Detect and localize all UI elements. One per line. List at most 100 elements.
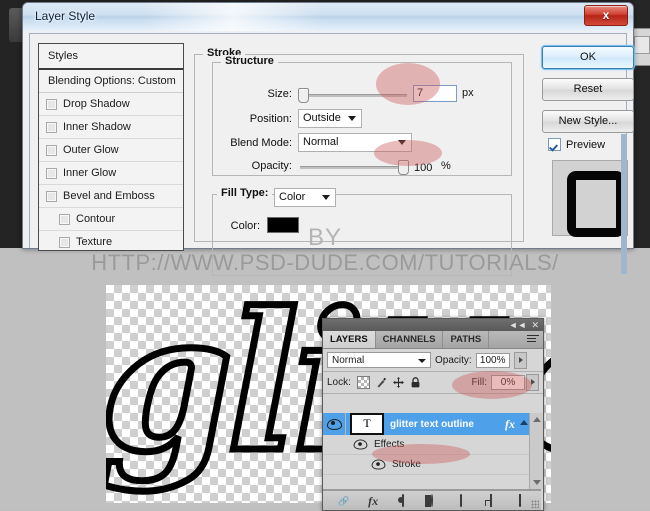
layers-panel-titlebar[interactable]: ◄◄ ✕ [323, 319, 543, 331]
blending-options-item[interactable]: Blending Options: Custom [39, 70, 183, 93]
style-item-bevel-and-emboss[interactable]: Bevel and Emboss [39, 185, 183, 208]
layer-name[interactable]: glitter text outline [390, 419, 474, 430]
styles-list-header[interactable]: Styles [39, 44, 183, 70]
blend-mode-label: Blend Mode: [230, 137, 292, 149]
style-item-label: Inner Shadow [63, 121, 131, 133]
opacity-value[interactable]: 100 [414, 162, 432, 174]
eye-icon [326, 418, 342, 430]
lock-image-pixels-icon[interactable] [376, 377, 387, 388]
checkbox-icon[interactable] [46, 98, 57, 110]
fill-type-select[interactable]: Color [274, 188, 336, 207]
layers-panel-toolbar: fx [323, 490, 541, 510]
dialog-title: Layer Style [35, 9, 96, 23]
checkbox-icon[interactable] [46, 190, 57, 202]
scroll-down-icon[interactable] [533, 480, 541, 485]
tab-layers[interactable]: LAYERS [323, 331, 376, 348]
group-icon[interactable] [460, 493, 463, 507]
layer-thumbnail[interactable]: T [350, 413, 384, 435]
checkbox-icon[interactable] [46, 144, 57, 156]
watermark-by: BY [307, 224, 342, 251]
styles-list: Styles Blending Options: Custom Drop Sha… [38, 43, 184, 251]
chevron-down-icon [348, 116, 356, 121]
dialog-buttons-column: OK Reset New Style... Preview [538, 40, 634, 248]
layers-list-scrollbar[interactable] [529, 413, 543, 489]
layers-panel-tabs: LAYERS CHANNELS PATHS [323, 331, 543, 349]
watermark-url: HTTP://WWW.PSD-DUDE.COM/TUTORIALS/ [91, 250, 559, 275]
style-item-inner-shadow[interactable]: Inner Shadow [39, 116, 183, 139]
fill-type-value: Color [279, 191, 306, 203]
layer-visibility-toggle[interactable] [323, 413, 346, 435]
checkbox-checked-icon[interactable] [548, 138, 561, 151]
preview-checkbox-row[interactable]: Preview [548, 138, 605, 151]
delete-icon[interactable] [519, 493, 522, 507]
style-item-label: Inner Glow [63, 167, 117, 179]
size-label: Size: [267, 88, 292, 100]
layer-effect-stroke-row[interactable]: Stroke [323, 455, 541, 475]
lock-position-icon[interactable] [392, 377, 404, 388]
size-slider-track[interactable] [302, 94, 407, 97]
size-unit-label: px [462, 87, 474, 99]
opacity-slider-track[interactable] [300, 166, 405, 169]
eye-icon[interactable] [353, 439, 368, 450]
fill-spinner[interactable] [526, 374, 539, 391]
mask-icon[interactable] [401, 493, 404, 507]
layers-panel: ◄◄ ✕ LAYERS CHANNELS PATHS Normal Opacit… [322, 318, 544, 511]
layer-opacity-label: Opacity: [435, 354, 472, 366]
effects-label: Effects [374, 439, 405, 450]
fx-icon[interactable]: fx [365, 494, 381, 508]
titlebar-sheen [143, 3, 323, 31]
layer-row-glitter-text-outline[interactable]: T glitter text outline fx [323, 413, 541, 435]
lock-all-icon[interactable] [410, 377, 421, 388]
eye-icon[interactable] [371, 459, 386, 470]
position-label: Position: [249, 113, 292, 125]
chevron-down-icon [322, 195, 330, 200]
style-item-label: Drop Shadow [63, 98, 130, 110]
resize-grip-icon[interactable] [531, 500, 539, 508]
layers-list: T glitter text outline fx Effects Stroke [323, 413, 541, 490]
panel-menu-icon[interactable] [527, 335, 539, 344]
layer-blend-mode-select[interactable]: Normal [327, 352, 431, 368]
preview-label: Preview [566, 138, 606, 151]
opacity-label: Opacity: [251, 160, 292, 172]
new-layer-icon[interactable] [489, 493, 492, 507]
size-slider-thumb[interactable] [298, 88, 309, 103]
stroke-settings-panel: Stroke Structure Size: 7 px Position: Ou… [190, 40, 530, 276]
style-item-drop-shadow[interactable]: Drop Shadow [39, 93, 183, 116]
layer-style-dialog: Layer Style x Styles Blending Options: C… [22, 2, 634, 276]
new-style-button[interactable]: New Style... [542, 110, 634, 133]
chevron-down-icon [398, 140, 406, 145]
style-item-inner-glow[interactable]: Inner Glow [39, 162, 183, 185]
scroll-up-icon[interactable] [533, 417, 541, 422]
blend-mode-select[interactable]: Normal [298, 133, 412, 152]
checkbox-icon[interactable] [46, 167, 57, 179]
chevron-up-icon[interactable] [520, 420, 528, 425]
lock-row: Lock: Fill: 0% [323, 372, 543, 394]
opacity-slider-thumb[interactable] [398, 160, 409, 175]
layer-opacity-spinner[interactable] [513, 351, 527, 369]
reset-button[interactable]: Reset [542, 78, 634, 101]
tab-channels[interactable]: CHANNELS [376, 331, 444, 348]
opacity-unit-label: % [441, 160, 451, 172]
layer-opacity-input[interactable]: 100% [475, 352, 510, 368]
close-button[interactable]: x [584, 5, 628, 26]
dialog-titlebar[interactable]: Layer Style x [23, 3, 633, 31]
adjustment-icon[interactable] [430, 493, 433, 507]
checkbox-icon[interactable] [46, 121, 57, 133]
size-input[interactable]: 7 [413, 85, 457, 102]
ok-button[interactable]: OK [542, 46, 634, 69]
style-item-outer-glow[interactable]: Outer Glow [39, 139, 183, 162]
close-icon: x [602, 8, 610, 22]
fill-input[interactable]: 0% [491, 375, 525, 390]
tab-paths[interactable]: PATHS [443, 331, 490, 348]
lock-transparent-pixels-icon[interactable] [356, 376, 370, 389]
fill-type-label: Fill Type: [217, 187, 273, 199]
dialog-body: Styles Blending Options: Custom Drop Sha… [29, 33, 634, 276]
position-select[interactable]: Outside [298, 109, 362, 128]
fx-icon[interactable]: fx [505, 417, 515, 432]
style-item-label: Bevel and Emboss [63, 190, 155, 202]
layer-effects-row[interactable]: Effects [323, 435, 541, 455]
link-icon[interactable] [336, 494, 352, 508]
checkbox-icon[interactable] [59, 213, 70, 225]
panel-collapse-close-icons[interactable]: ◄◄ ✕ [509, 320, 539, 330]
position-value: Outside [303, 112, 341, 124]
